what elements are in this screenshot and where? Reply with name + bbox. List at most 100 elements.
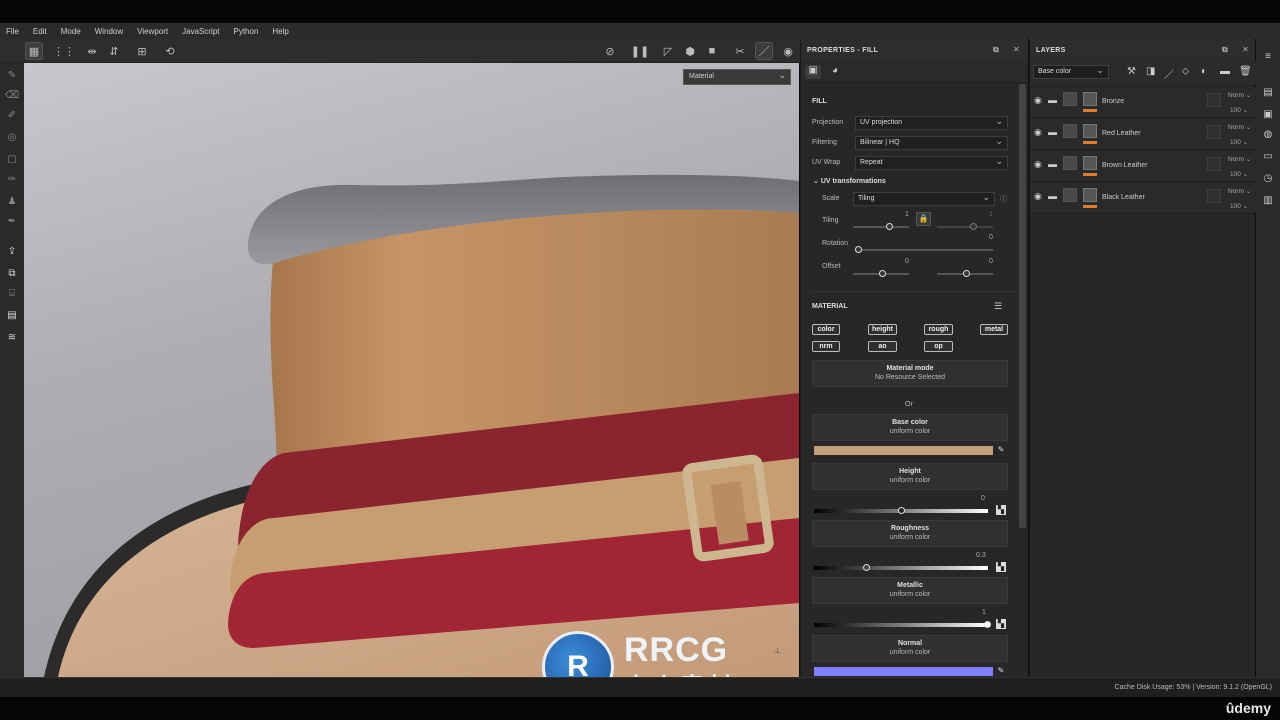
material-mode-box[interactable]: Material mode No Resource Selected [812, 360, 1008, 387]
projection-dropdown[interactable]: UV projection [855, 116, 1008, 130]
log-icon[interactable]: ▥ [1261, 195, 1275, 209]
layer-row[interactable]: ◉ ▬ Red Leather Norm ⌄ 100 ⌄ [1030, 119, 1256, 150]
menu-window[interactable]: Window [95, 27, 123, 36]
texture-set-icon[interactable]: ▤ [1261, 87, 1275, 101]
add-effect-icon[interactable]: ⚒ [1127, 66, 1136, 77]
screenshot-icon[interactable]: ◉ [780, 43, 796, 59]
layer-row[interactable]: ◉ ▬ Bronze Norm ⌄ 100 ⌄ [1030, 87, 1256, 118]
stack-icon[interactable]: ≋ [4, 329, 20, 345]
base-color-box[interactable]: Base color uniform color [812, 414, 1008, 441]
offset-y-slider[interactable] [937, 270, 993, 277]
paint-brush-icon[interactable]: ／ [755, 42, 773, 60]
paint-tool-icon[interactable]: ✎ [4, 67, 20, 83]
add-paint-layer-icon[interactable]: ／ [1164, 66, 1174, 81]
eraser-tool-icon[interactable]: ⌫ [4, 87, 20, 103]
channel-op[interactable]: op [924, 341, 953, 352]
visibility-icon[interactable]: ◉ [1034, 159, 1042, 170]
settings-tab-icon[interactable]: ▣ [805, 65, 821, 79]
detach-icon[interactable]: ⧉ [993, 45, 999, 55]
layers-dock-icon[interactable]: ≡ [1261, 51, 1275, 65]
layers-tool-icon[interactable]: ⌸ [4, 285, 20, 301]
grid-icon[interactable]: ▦ [25, 42, 43, 60]
viewer-icon[interactable]: ▭ [1261, 151, 1275, 165]
layer-blend-mode[interactable]: Norm ⌄ [1228, 123, 1251, 131]
offset-x-knob[interactable] [879, 270, 886, 277]
add-fill-layer-icon[interactable]: ⬦ [1182, 66, 1189, 77]
layer-blend-mode[interactable]: Norm ⌄ [1228, 91, 1251, 99]
layer-blend-mode[interactable]: Norm ⌄ [1228, 187, 1251, 195]
uvwrap-dropdown[interactable]: Repeat [855, 156, 1008, 170]
rotation-knob[interactable] [855, 246, 862, 253]
normal-eyedropper-icon[interactable]: ✎ [996, 666, 1006, 676]
tiling-knob[interactable] [886, 223, 893, 230]
rotation-slider[interactable] [855, 246, 993, 253]
offset-y-knob[interactable] [963, 270, 970, 277]
layer-opacity[interactable]: 100 ⌄ [1230, 202, 1248, 210]
roughness-slider[interactable] [814, 564, 988, 571]
symmetry-y-icon[interactable]: ⇵ [106, 43, 122, 59]
roughness-box[interactable]: Roughness uniform color [812, 520, 1008, 547]
projection-tool-icon[interactable]: ✐ [4, 107, 20, 123]
history-dock-icon[interactable]: ◷ [1261, 173, 1275, 187]
base-color-swatch[interactable] [814, 446, 993, 455]
brush-settings-icon[interactable]: ✂ [732, 43, 748, 59]
clone-tool-icon[interactable]: ♟ [4, 193, 20, 209]
channel-nrm[interactable]: nrm [812, 341, 840, 352]
layers-detach-icon[interactable]: ⧉ [1222, 45, 1228, 55]
add-folder-icon[interactable]: ▬ [1220, 66, 1230, 77]
add-mask-icon[interactable]: ◨ [1146, 66, 1155, 77]
material-view-dropdown[interactable]: Material [683, 69, 791, 85]
delete-layer-icon[interactable]: 🗑 [1239, 66, 1252, 77]
close-icon[interactable]: ✕ [1013, 45, 1020, 54]
layer-opacity[interactable]: 100 ⌄ [1230, 138, 1248, 146]
camera-icon[interactable]: ■ [704, 43, 720, 59]
pause-icon[interactable]: ❚❚ [631, 43, 649, 59]
channel-rough[interactable]: rough [924, 324, 953, 335]
add-icon[interactable]: ⊞ [134, 43, 150, 59]
3d-viewport[interactable]: Material ⊥ R RRCG 人人素材 [24, 63, 799, 677]
height-box[interactable]: Height uniform color [812, 463, 1008, 490]
channel-height[interactable]: height [868, 324, 897, 335]
material-menu-icon[interactable]: ☰ [994, 301, 1002, 312]
grid-options-icon[interactable]: ⋮⋮ [53, 43, 75, 59]
cube-icon[interactable]: ⬢ [682, 43, 698, 59]
channel-color[interactable]: color [812, 324, 840, 335]
uv-transformations-toggle[interactable]: ⌄ UV transformations [813, 177, 886, 185]
layer-opacity[interactable]: 100 ⌄ [1230, 170, 1248, 178]
geometry-tool-icon[interactable]: ◎ [4, 129, 20, 145]
lock-icon[interactable]: 🔒 [916, 212, 931, 226]
polygon-fill-icon[interactable]: ▢ [4, 151, 20, 167]
metallic-knob[interactable] [984, 621, 991, 628]
roughness-knob[interactable] [863, 564, 870, 571]
scale-dropdown[interactable]: Tiling [853, 192, 995, 206]
normal-box[interactable]: Normal uniform color [812, 635, 1008, 662]
metallic-box[interactable]: Metallic uniform color [812, 577, 1008, 604]
channel-metal[interactable]: metal [980, 324, 1008, 335]
visibility-icon[interactable]: ◉ [1034, 191, 1042, 202]
shader-icon[interactable]: ◍ [1261, 129, 1275, 143]
menu-file[interactable]: File [6, 27, 19, 36]
visibility-icon[interactable]: ◉ [1034, 95, 1042, 106]
hide-icon[interactable]: ⊘ [602, 43, 618, 59]
menu-help[interactable]: Help [272, 27, 288, 36]
history-icon[interactable]: ⟲ [162, 43, 178, 59]
document-icon[interactable]: ▤ [4, 307, 20, 323]
roughness-texture-icon[interactable]: ▚ [996, 562, 1006, 572]
info-icon[interactable]: ⓘ [1000, 194, 1007, 204]
tiling-slider[interactable] [853, 223, 909, 230]
smudge-tool-icon[interactable]: ✑ [4, 171, 20, 187]
picker-tool-icon[interactable]: ✒ [4, 213, 20, 229]
layer-row[interactable]: ◉ ▬ Brown Leather Norm ⌄ 100 ⌄ [1030, 151, 1256, 182]
select-2d-icon[interactable]: ◸ [660, 43, 676, 59]
layers-close-icon[interactable]: ✕ [1242, 45, 1249, 54]
metallic-slider[interactable] [814, 621, 991, 628]
layer-mask-thumbnail[interactable] [1083, 156, 1097, 170]
menu-javascript[interactable]: JavaScript [182, 27, 219, 36]
visibility-icon[interactable]: ◉ [1034, 127, 1042, 138]
normal-color-swatch[interactable] [814, 667, 993, 676]
layer-row[interactable]: ◉ ▬ Black Leather Norm ⌄ 100 ⌄ [1030, 183, 1256, 214]
height-slider[interactable] [814, 507, 988, 514]
material-tab-icon[interactable]: ◕ [827, 65, 843, 79]
layer-mask-thumbnail[interactable] [1083, 92, 1097, 106]
metallic-texture-icon[interactable]: ▚ [996, 619, 1006, 629]
